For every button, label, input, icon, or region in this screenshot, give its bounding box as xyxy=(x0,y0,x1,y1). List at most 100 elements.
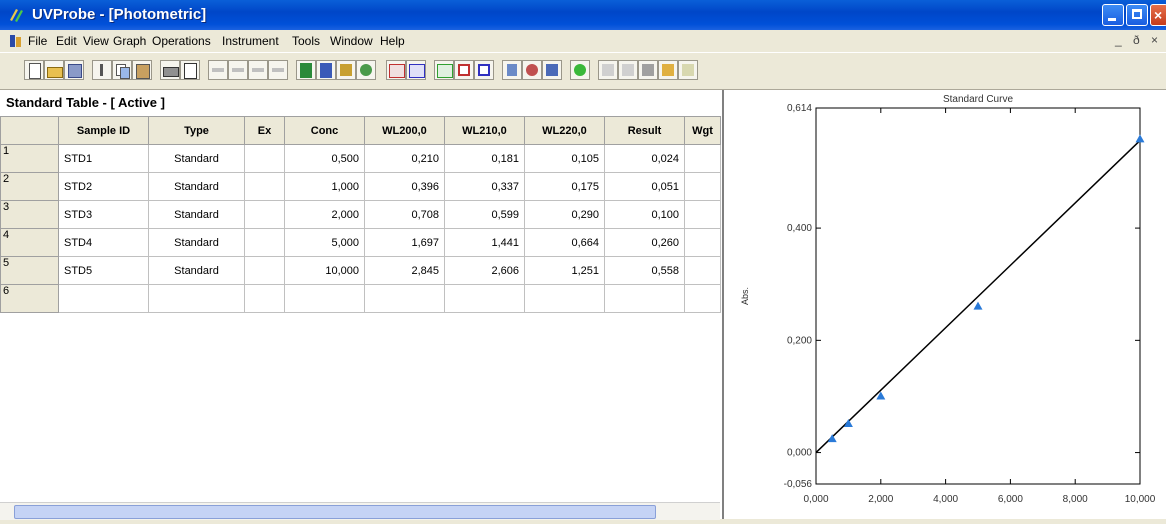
horizontal-scrollbar[interactable] xyxy=(0,502,720,520)
cell-wl210[interactable]: 0,181 xyxy=(444,144,525,173)
connect-icon[interactable] xyxy=(336,60,356,80)
properties-icon[interactable] xyxy=(502,60,522,80)
cell-wl200[interactable] xyxy=(364,284,445,313)
cell-type[interactable] xyxy=(148,284,245,313)
cell-result[interactable]: 0,558 xyxy=(604,256,685,285)
cell-type[interactable]: Standard xyxy=(148,228,245,257)
measure-icon[interactable] xyxy=(570,60,590,80)
cell-wgt[interactable] xyxy=(684,200,721,229)
cell-conc[interactable]: 0,500 xyxy=(284,144,365,173)
cell-wl200[interactable]: 0,210 xyxy=(364,144,445,173)
report-icon[interactable] xyxy=(542,60,562,80)
row-number[interactable]: 2 xyxy=(0,172,59,201)
cell-wgt[interactable] xyxy=(684,172,721,201)
cell-wgt[interactable] xyxy=(684,256,721,285)
cell-result[interactable] xyxy=(604,284,685,313)
menu-operations[interactable]: Operations xyxy=(152,34,211,48)
cell-type[interactable]: Standard xyxy=(148,144,245,173)
cell-wl210[interactable]: 0,337 xyxy=(444,172,525,201)
document-system-icon[interactable] xyxy=(10,35,22,47)
table-row[interactable]: 2 STD2 Standard 1,000 0,396 0,337 0,175 … xyxy=(0,172,721,201)
open-folder-icon[interactable] xyxy=(44,60,64,80)
cell-wl220[interactable]: 0,175 xyxy=(524,172,605,201)
print-preview-icon[interactable] xyxy=(180,60,200,80)
cell-wl220[interactable]: 1,251 xyxy=(524,256,605,285)
cell-conc[interactable] xyxy=(284,284,365,313)
cell-wl220[interactable] xyxy=(524,284,605,313)
cell-result[interactable]: 0,051 xyxy=(604,172,685,201)
paste-icon[interactable] xyxy=(132,60,152,80)
cell-wl210[interactable]: 1,441 xyxy=(444,228,525,257)
cell-wl220[interactable]: 0,105 xyxy=(524,144,605,173)
col-wl210[interactable]: WL210,0 xyxy=(444,116,525,145)
cell-ex[interactable] xyxy=(244,144,285,173)
menu-instrument[interactable]: Instrument xyxy=(222,34,279,48)
col-wgt[interactable]: Wgt xyxy=(684,116,721,145)
col-sample-id[interactable]: Sample ID xyxy=(58,116,149,145)
table-row[interactable]: 4 STD4 Standard 5,000 1,697 1,441 0,664 … xyxy=(0,228,721,257)
baseline-icon[interactable] xyxy=(638,60,658,80)
cell-result[interactable]: 0,260 xyxy=(604,228,685,257)
cell-conc[interactable]: 1,000 xyxy=(284,172,365,201)
cell-ex[interactable] xyxy=(244,172,285,201)
close-button[interactable]: × xyxy=(1150,4,1166,26)
cell-wl210[interactable]: 0,599 xyxy=(444,200,525,229)
calibrate-icon[interactable] xyxy=(356,60,376,80)
cell-wl200[interactable]: 0,396 xyxy=(364,172,445,201)
col-conc[interactable]: Conc xyxy=(284,116,365,145)
col-wl220[interactable]: WL220,0 xyxy=(524,116,605,145)
graph-overlay-icon[interactable] xyxy=(386,60,406,80)
method-icon[interactable] xyxy=(296,60,316,80)
cell-sample-id[interactable] xyxy=(58,284,149,313)
cell-conc[interactable]: 5,000 xyxy=(284,228,365,257)
row-number[interactable]: 3 xyxy=(0,200,59,229)
menu-window[interactable]: Window xyxy=(330,34,373,48)
cell-type[interactable]: Standard xyxy=(148,172,245,201)
row-number[interactable]: 5 xyxy=(0,256,59,285)
cell-wgt[interactable] xyxy=(684,144,721,173)
row-number[interactable]: 1 xyxy=(0,144,59,173)
cell-type[interactable]: Standard xyxy=(148,200,245,229)
cell-wl200[interactable]: 2,845 xyxy=(364,256,445,285)
menu-file[interactable]: File xyxy=(28,34,47,48)
row-number[interactable]: 4 xyxy=(0,228,59,257)
cell-sample-id[interactable]: STD2 xyxy=(58,172,149,201)
col-ex[interactable]: Ex xyxy=(244,116,285,145)
cell-ex[interactable] xyxy=(244,200,285,229)
menu-help[interactable]: Help xyxy=(380,34,405,48)
cell-icon[interactable] xyxy=(658,60,678,80)
menu-graph[interactable]: Graph xyxy=(113,34,146,48)
uvprobe-app-icon[interactable] xyxy=(8,6,26,24)
copy-icon[interactable] xyxy=(112,60,132,80)
col-wl200[interactable]: WL200,0 xyxy=(364,116,445,145)
row-number[interactable]: 6 xyxy=(0,284,59,313)
col-type[interactable]: Type xyxy=(148,116,245,145)
minimize-button[interactable] xyxy=(1102,4,1124,26)
cell-wl200[interactable]: 0,708 xyxy=(364,200,445,229)
cell-wl200[interactable]: 1,697 xyxy=(364,228,445,257)
cell-sample-id[interactable]: STD5 xyxy=(58,256,149,285)
table-row[interactable]: 5 STD5 Standard 10,000 2,845 2,606 1,251… xyxy=(0,256,721,285)
cell-conc[interactable]: 2,000 xyxy=(284,200,365,229)
cell-wl220[interactable]: 0,290 xyxy=(524,200,605,229)
cell-result[interactable]: 0,100 xyxy=(604,200,685,229)
mdi-window-controls[interactable]: _ ð × xyxy=(1115,33,1162,47)
zoom-in-icon[interactable] xyxy=(454,60,474,80)
save-icon[interactable] xyxy=(64,60,84,80)
print-icon[interactable] xyxy=(160,60,180,80)
settings-icon[interactable] xyxy=(522,60,542,80)
cell-sample-id[interactable]: STD3 xyxy=(58,200,149,229)
cell-wl210[interactable]: 2,606 xyxy=(444,256,525,285)
graph-stack-icon[interactable] xyxy=(406,60,426,80)
new-file-icon[interactable] xyxy=(24,60,44,80)
cell-wl220[interactable]: 0,664 xyxy=(524,228,605,257)
cell-result[interactable]: 0,024 xyxy=(604,144,685,173)
table-row[interactable]: 1 STD1 Standard 0,500 0,210 0,181 0,105 … xyxy=(0,144,721,173)
menu-tools[interactable]: Tools xyxy=(292,34,320,48)
photometric-icon[interactable] xyxy=(316,60,336,80)
scrollbar-thumb[interactable] xyxy=(14,505,656,519)
peak-icon[interactable] xyxy=(434,60,454,80)
maximize-button[interactable] xyxy=(1126,4,1148,26)
cell-ex[interactable] xyxy=(244,228,285,257)
menu-edit[interactable]: Edit xyxy=(56,34,77,48)
